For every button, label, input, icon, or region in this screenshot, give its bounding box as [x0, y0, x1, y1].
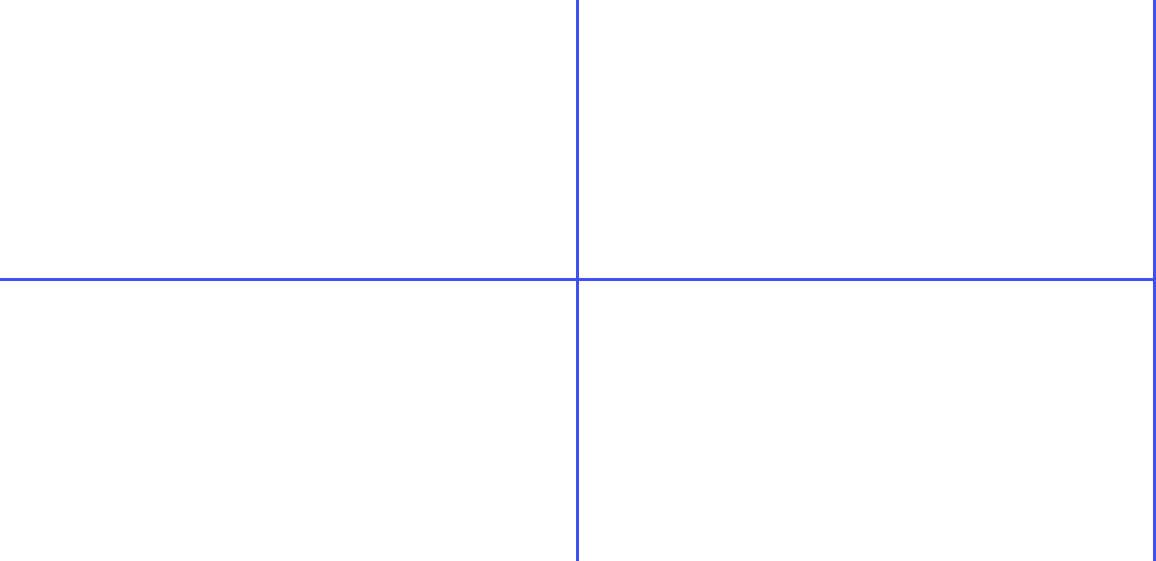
excel-window-summary[interactable]	[0, 0, 578, 280]
excel-window-jason-jones[interactable]	[578, 0, 1156, 280]
excel-window-melinda[interactable]	[0, 281, 578, 561]
window-divider-horizontal	[0, 278, 1156, 281]
excel-window-amanda-walker[interactable]	[578, 281, 1156, 561]
desktop	[0, 0, 1156, 561]
